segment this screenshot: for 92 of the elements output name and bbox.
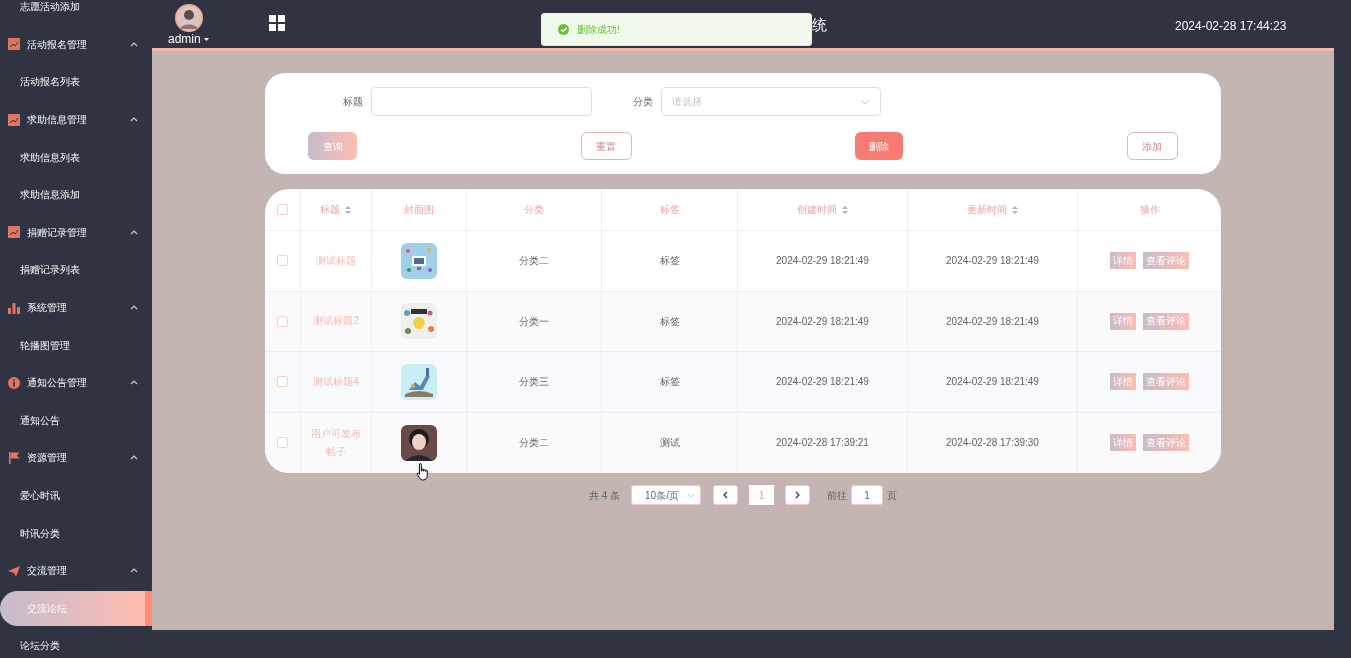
app-title: 统 <box>812 15 827 35</box>
group-label: 通知公告管理 <box>27 376 88 391</box>
caret-up-icon <box>130 304 138 312</box>
chart-icon <box>8 226 20 239</box>
datetime-text: 2024-02-28 17:44:23 <box>1175 18 1287 35</box>
prev-page-button[interactable] <box>713 485 739 505</box>
sidebar-group[interactable]: 系统管理 <box>0 288 152 327</box>
sidebar-item[interactable]: 通知公告 <box>0 402 152 438</box>
table-cell-text: 2024-02-29 18:21:49 <box>946 254 1039 269</box>
bar-chart-icon <box>8 301 20 314</box>
table-cell-text: 分类三 <box>519 375 549 390</box>
group-label: 资源管理 <box>27 451 68 466</box>
sidebar-group[interactable]: 活动报名管理 <box>0 25 152 64</box>
group-label: 求助信息管理 <box>27 113 88 128</box>
table-cell-text: 测试标题4 <box>312 374 360 389</box>
chart-icon <box>8 38 20 51</box>
caret-up-icon <box>130 116 138 124</box>
field-label: 标题 <box>342 95 363 109</box>
field-label: 分类 <box>633 95 653 109</box>
grid-menu-icon[interactable] <box>269 15 285 31</box>
sort-icon <box>1010 204 1019 215</box>
sidebar-item[interactable]: 爱心时讯 <box>0 478 152 513</box>
table-cell-text: 测试标题2 <box>312 314 360 329</box>
sort-icon <box>840 204 849 215</box>
table-cell-text: 2024-02-29 18:21:49 <box>776 314 869 329</box>
group-label: 交流管理 <box>27 564 68 579</box>
column-header: 分类 <box>524 203 544 217</box>
sidebar-item[interactable]: 捐赠记录列表 <box>0 252 152 288</box>
table-cell-text: 标签 <box>659 254 680 269</box>
group-label: 系统管理 <box>27 301 68 316</box>
info-icon <box>8 376 20 389</box>
sidebar-item[interactable]: 论坛分类 <box>0 628 152 658</box>
sidebar-item[interactable]: 活动报名列表 <box>0 64 152 100</box>
sidebar-item[interactable]: 轮播图管理 <box>0 327 152 363</box>
table-cell-text: 分类二 <box>519 436 549 451</box>
table-cell-text: 2024-02-29 18:21:49 <box>946 314 1039 329</box>
group-label: 捐赠记录管理 <box>27 225 88 240</box>
table-cell-text: 标签 <box>659 375 680 390</box>
chart-icon <box>8 113 20 126</box>
group-label: 活动报名管理 <box>27 37 88 52</box>
page-suffix: 页 <box>887 488 898 503</box>
table-cell-text: 分类一 <box>519 314 549 329</box>
check-circle-icon <box>558 24 569 35</box>
row-checkbox[interactable] <box>277 315 288 327</box>
sidebar-item[interactable]: 求助信息添加 <box>0 177 152 213</box>
sidebar-item[interactable]: 求助信息列表 <box>0 139 152 175</box>
sidebar-group[interactable]: 资源管理 <box>0 439 152 477</box>
page-input[interactable]: 1 <box>851 485 884 505</box>
row-checkbox[interactable] <box>277 437 288 449</box>
table-cell-text: 2024-02-28 17:39:30 <box>946 436 1039 451</box>
caret-up-icon <box>130 40 138 48</box>
paper-plane-icon <box>8 564 20 577</box>
sidebar-item[interactable]: 时讯分类 <box>0 515 152 551</box>
chevron-down-icon <box>860 98 870 105</box>
row-checkbox[interactable] <box>277 376 288 388</box>
table-cell-text: 标签 <box>659 314 680 329</box>
caret-up-icon <box>130 567 138 575</box>
column-header: 操作 <box>1139 203 1160 217</box>
user-menu[interactable]: admin <box>168 32 210 46</box>
column-header: 标签 <box>659 203 680 217</box>
input-field[interactable] <box>371 87 592 116</box>
caret-up-icon <box>130 454 138 462</box>
jump-label: 前往 <box>827 488 848 503</box>
sidebar-group[interactable]: 通知公告管理 <box>0 363 152 402</box>
sidebar-group[interactable]: 求助信息管理 <box>0 100 152 139</box>
sort-icon <box>344 204 352 215</box>
avatar-icon <box>174 4 203 32</box>
table-cell-text: 用户可发布帖子 <box>310 426 362 459</box>
sidebar-item[interactable]: 志愿活动添加 <box>0 0 152 25</box>
chevron-down-icon <box>687 492 696 498</box>
caret-down-icon <box>202 36 210 42</box>
caret-up-icon <box>130 379 138 387</box>
next-page-button[interactable] <box>785 485 811 505</box>
row-checkbox[interactable] <box>277 255 288 267</box>
sidebar-group[interactable]: 捐赠记录管理 <box>0 213 152 252</box>
table-cell-text: 2024-02-29 18:21:49 <box>946 375 1039 390</box>
flag-icon <box>8 451 20 464</box>
chevron-left-icon <box>722 491 730 499</box>
column-header: 封面图 <box>404 203 434 217</box>
total-count: 共 4 条 <box>588 488 621 503</box>
table-cell-text: 2024-02-29 18:21:49 <box>776 254 869 269</box>
sidebar-group[interactable]: 交流管理 <box>0 551 152 590</box>
table-cell-text: 2024-02-29 18:21:49 <box>776 375 869 390</box>
page-size-select[interactable]: 10条/页 <box>631 485 702 505</box>
table-cell-text: 测试标题 <box>315 253 357 268</box>
table-cell-text: 分类二 <box>519 254 549 269</box>
select-all-checkbox[interactable] <box>277 204 288 215</box>
table-cell-text: 测试 <box>659 436 680 451</box>
chevron-right-icon <box>794 491 802 499</box>
table-cell-text: 2024-02-28 17:39:21 <box>776 436 869 451</box>
toast-message: 删除成功! <box>541 13 812 46</box>
caret-up-icon <box>130 228 138 236</box>
